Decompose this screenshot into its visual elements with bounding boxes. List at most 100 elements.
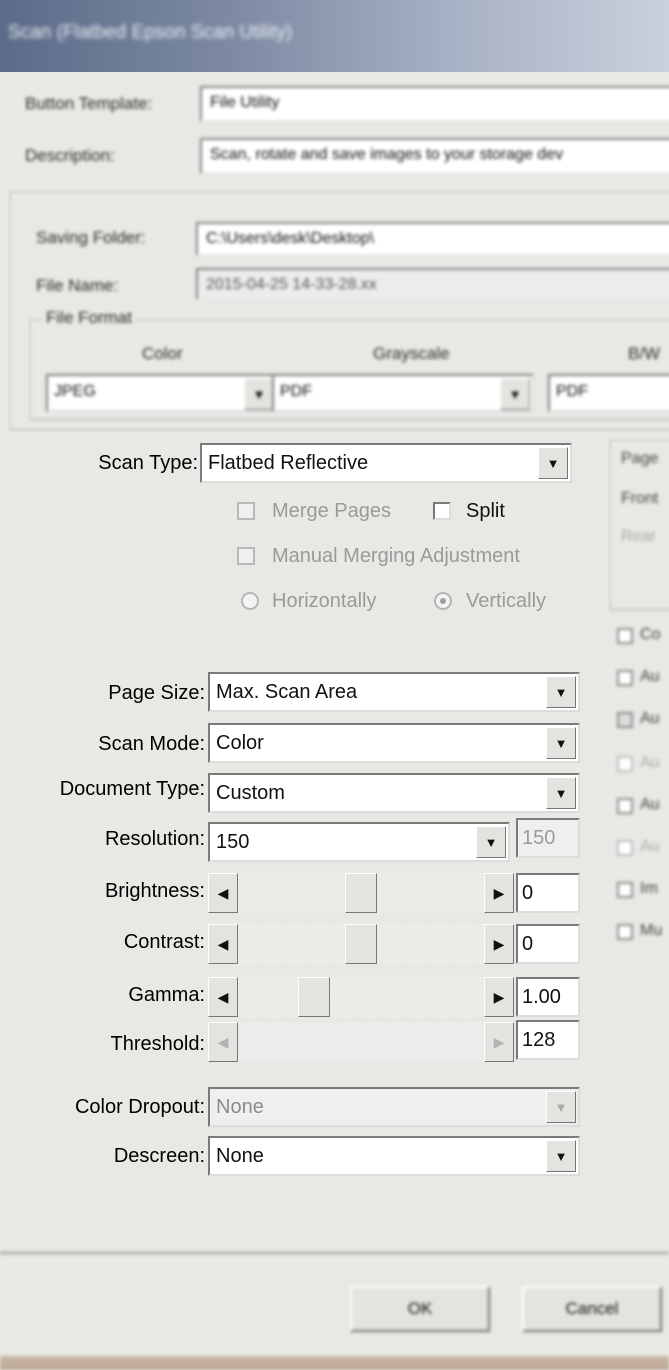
color-dropout-value: None [216,1096,264,1118]
right-checkbox-7[interactable] [617,882,633,898]
bw-format-value: PDF [556,383,588,400]
file-name-label: File Name: [36,276,119,295]
button-template-field[interactable]: File Utility [200,86,669,122]
title-bar: Scan (Flatbed Epson Scan Utility) [0,0,669,72]
color-format-select[interactable]: JPEG ▼ [46,374,278,412]
right-check-label-5: Au [640,796,660,813]
brightness-label: Brightness: [104,880,205,902]
document-type-select[interactable]: Custom ▼ [208,773,580,813]
right-arrow-icon[interactable]: ▶ [484,924,514,964]
resolution-custom-field[interactable]: 150 [516,818,580,858]
vertically-label: Vertically [466,590,547,612]
color-format-value: JPEG [54,383,96,400]
left-arrow-icon[interactable]: ◀ [208,924,238,964]
descreen-select[interactable]: None ▼ [208,1136,580,1176]
cancel-button[interactable]: Cancel [522,1286,662,1332]
document-type-label: Document Type: [59,778,205,800]
right-check-label-6: Au [640,838,660,855]
gamma-track[interactable] [238,977,484,1017]
manual-merging-checkbox[interactable] [237,547,255,565]
button-template-label: Button Template: [25,94,153,113]
taskbar-edge [0,1356,669,1370]
right-check-label-2: Au [640,668,660,685]
vertically-radio[interactable] [434,592,452,610]
descreen-value: None [216,1145,264,1167]
right-arrow-icon: ▶ [484,1022,514,1062]
contrast-value-field[interactable]: 0 [516,924,580,964]
right-check-label-4: Au [640,754,660,771]
dropdown-arrow-icon: ▼ [546,1091,576,1123]
right-check-label-1: Co [640,626,661,643]
description-field[interactable]: Scan, rotate and save images to your sto… [200,138,669,174]
right-arrow-icon[interactable]: ▶ [484,977,514,1017]
scan-type-label: Scan Type: [98,452,198,474]
saving-folder-field[interactable]: C:\Users\desk\Desktop\ [196,222,669,256]
format-color-label: Color [142,344,183,363]
left-arrow-icon: ◀ [208,1022,238,1062]
dropdown-arrow-icon: ▼ [546,777,576,809]
threshold-value-field[interactable]: 128 [516,1020,580,1060]
ok-button[interactable]: OK [350,1286,490,1332]
right-checkbox-8[interactable] [617,924,633,940]
page-rear-label: Rear [621,528,656,545]
brightness-value-field[interactable]: 0 [516,873,580,913]
color-dropout-select[interactable]: None ▼ [208,1087,580,1127]
format-bw-label: B/W [628,344,661,363]
brightness-slider[interactable]: ◀ ▶ [208,873,514,913]
file-format-group-title: File Format [42,308,136,328]
scan-type-value: Flatbed Reflective [208,452,369,474]
threshold-label: Threshold: [110,1033,206,1055]
window-title: Scan (Flatbed Epson Scan Utility) [8,22,293,43]
merge-pages-label: Merge Pages [272,500,391,522]
gamma-value-field[interactable]: 1.00 [516,977,580,1017]
right-checkbox-2[interactable] [617,670,633,686]
left-arrow-icon[interactable]: ◀ [208,977,238,1017]
dropdown-arrow-icon: ▼ [476,826,506,858]
contrast-thumb[interactable] [345,924,377,964]
split-label: Split [466,500,505,522]
right-check-label-8: Mu [640,922,663,939]
footer-divider [0,1252,669,1254]
dropdown-arrow-icon: ▼ [244,378,274,410]
split-checkbox[interactable] [433,502,451,520]
descreen-label: Descreen: [113,1145,205,1167]
manual-merging-label: Manual Merging Adjustment [272,545,520,567]
left-arrow-icon[interactable]: ◀ [208,873,238,913]
scan-type-select[interactable]: Flatbed Reflective ▼ [200,443,572,483]
scan-mode-select[interactable]: Color ▼ [208,723,580,763]
document-type-value: Custom [216,782,285,804]
page-size-label: Page Size: [108,682,205,704]
horizontally-radio[interactable] [241,592,259,610]
dropdown-arrow-icon: ▼ [500,378,530,410]
page-size-select[interactable]: Max. Scan Area ▼ [208,672,580,712]
scan-mode-value: Color [216,732,264,754]
dropdown-arrow-icon: ▼ [546,1140,576,1172]
threshold-slider[interactable]: ◀ ▶ [208,1022,514,1062]
contrast-label: Contrast: [123,931,205,953]
right-checkbox-5[interactable] [617,798,633,814]
threshold-track [238,1022,484,1062]
right-checkbox-1[interactable] [617,628,633,644]
merge-pages-checkbox[interactable] [237,502,255,520]
page-size-value: Max. Scan Area [216,681,358,703]
gamma-thumb[interactable] [297,977,330,1017]
grayscale-format-value: PDF [280,383,312,400]
page-group-title: Page [621,450,659,467]
color-dropout-label: Color Dropout: [74,1096,205,1118]
bw-format-select[interactable]: PDF [548,374,669,412]
right-checkbox-6[interactable] [617,840,633,856]
contrast-slider[interactable]: ◀ ▶ [208,924,514,964]
description-label: Description: [25,146,115,165]
right-checkbox-3[interactable] [617,712,633,728]
format-grayscale-label: Grayscale [373,344,450,363]
brightness-thumb[interactable] [345,873,377,913]
resolution-select[interactable]: 150 ▼ [208,822,510,862]
gamma-slider[interactable]: ◀ ▶ [208,977,514,1017]
file-name-field[interactable]: 2015-04-25 14-33-28.xx [196,268,669,300]
grayscale-format-select[interactable]: PDF ▼ [272,374,534,412]
horizontally-label: Horizontally [272,590,377,612]
resolution-value: 150 [216,831,250,853]
right-arrow-icon[interactable]: ▶ [484,873,514,913]
radio-selected-dot [440,598,446,604]
right-checkbox-4[interactable] [617,756,633,772]
